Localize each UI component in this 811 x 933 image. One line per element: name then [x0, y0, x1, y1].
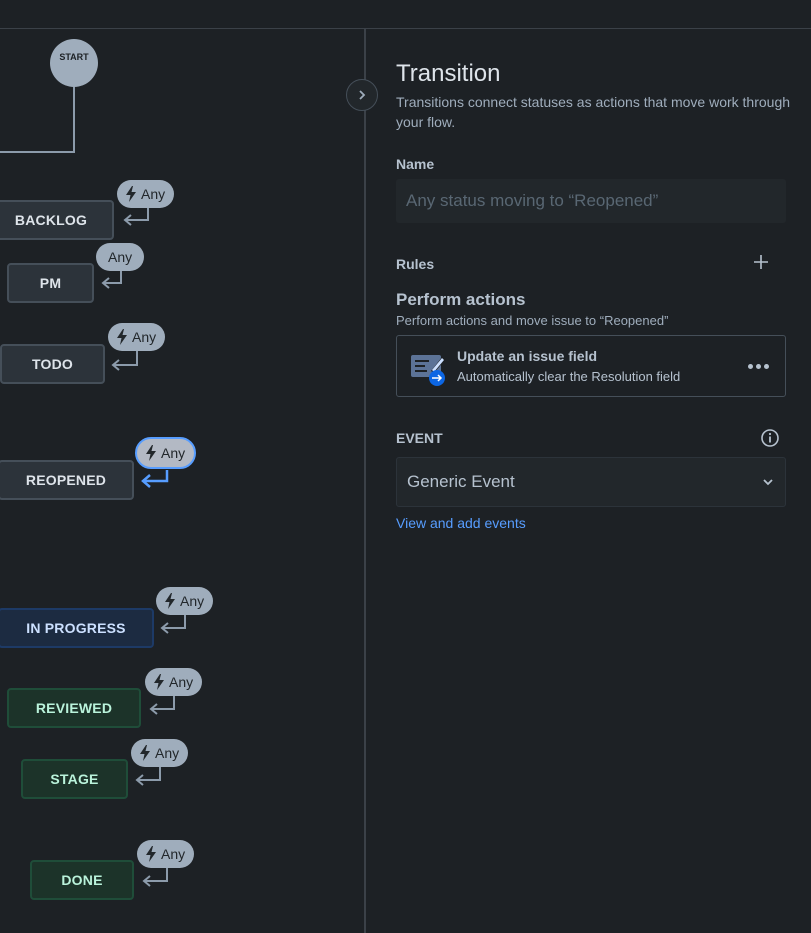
status-pm[interactable]: PM [7, 263, 94, 303]
chevron-down-icon [763, 479, 773, 486]
any-transition-in-progress[interactable]: Any [156, 587, 214, 615]
any-transition-todo[interactable]: Any [108, 323, 166, 351]
action-title: Update an issue field [457, 348, 598, 364]
view-add-events-link[interactable]: View and add events [396, 515, 526, 531]
transition-panel: Transition Transitions connect statuses … [366, 29, 811, 933]
status-backlog[interactable]: BACKLOG [0, 200, 114, 240]
update-field-icon [411, 355, 445, 386]
any-transition-reviewed[interactable]: Any [145, 668, 203, 696]
lightning-icon [146, 846, 156, 862]
rules-label: Rules [396, 256, 435, 272]
lightning-icon [154, 674, 164, 690]
status-reviewed[interactable]: REVIEWED [7, 688, 141, 728]
more-options-button[interactable] [745, 356, 771, 376]
panel-description: Transitions connect statuses as actions … [396, 94, 791, 130]
dot-icon [747, 363, 753, 369]
lightning-icon [146, 445, 156, 461]
action-card[interactable]: Update an issue field Automatically clea… [396, 335, 786, 397]
any-transition-backlog[interactable]: Any [117, 180, 175, 208]
collapse-panel-button[interactable] [346, 79, 378, 111]
plus-icon [754, 255, 768, 269]
panel-title: Transition [396, 60, 501, 87]
any-transition-stage[interactable]: Any [131, 739, 189, 767]
dot-icon [763, 363, 769, 369]
name-label: Name [396, 156, 435, 172]
status-stage[interactable]: STAGE [21, 759, 128, 799]
dot-icon [755, 363, 761, 369]
perform-actions-subtitle: Perform actions and move issue to “Reope… [396, 313, 669, 328]
add-rule-button[interactable] [750, 251, 772, 273]
chevron-right-icon [359, 90, 366, 100]
status-todo[interactable]: TODO [0, 344, 105, 384]
event-select-value: Generic Event [407, 472, 515, 491]
lightning-icon [117, 329, 127, 345]
lightning-icon [126, 186, 136, 202]
any-transition-pm[interactable]: Any [96, 243, 145, 271]
status-done[interactable]: DONE [30, 860, 134, 900]
any-transition-reopened-selected[interactable]: Any [135, 437, 197, 469]
lightning-icon [140, 745, 150, 761]
event-select[interactable]: Generic Event [396, 457, 786, 507]
lightning-icon [165, 593, 175, 609]
info-icon[interactable] [760, 428, 780, 448]
status-in-progress[interactable]: IN PROGRESS [0, 608, 154, 648]
start-node[interactable]: START [50, 39, 98, 87]
name-input[interactable] [396, 179, 786, 223]
top-bar [0, 0, 811, 29]
workflow-canvas[interactable]: START BACKLOG Any PM Any TODO Any REOPEN… [0, 29, 365, 933]
action-subtitle: Automatically clear the Resolution field [457, 369, 681, 384]
perform-actions-title: Perform actions [396, 290, 526, 309]
status-reopened[interactable]: REOPENED [0, 460, 134, 500]
any-transition-done[interactable]: Any [137, 840, 195, 868]
event-label: EVENT [396, 430, 443, 446]
